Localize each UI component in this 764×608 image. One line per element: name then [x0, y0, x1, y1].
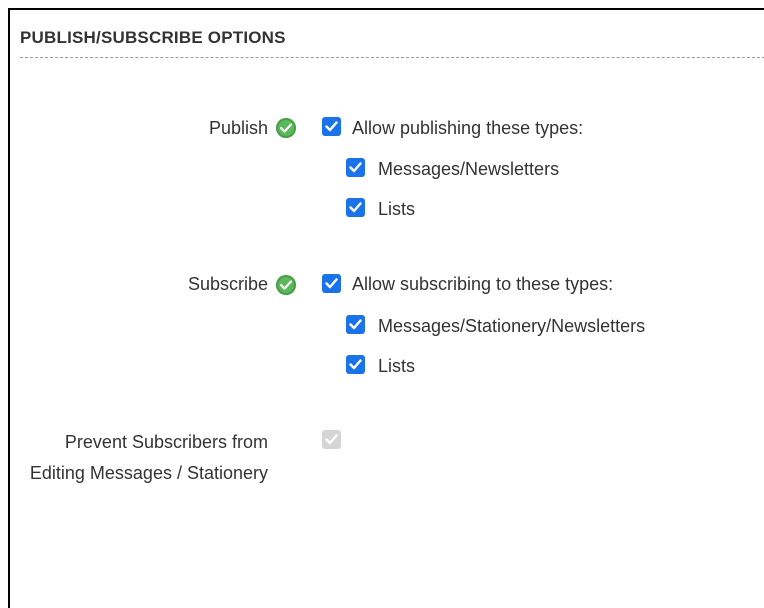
- publish-messages-checkbox[interactable]: [346, 158, 365, 177]
- subscribe-lists-label[interactable]: Lists: [378, 356, 415, 377]
- allow-subscribing-label[interactable]: Allow subscribing to these types:: [352, 274, 613, 295]
- options-panel: [8, 8, 764, 608]
- section-title: PUBLISH/SUBSCRIBE OPTIONS: [20, 28, 286, 47]
- subscribe-label: Subscribe: [187, 274, 268, 294]
- check-circle-icon: [276, 275, 296, 295]
- allow-publishing-label[interactable]: Allow publishing these types:: [352, 118, 583, 139]
- allow-publishing-checkbox[interactable]: [322, 117, 341, 136]
- publish-lists-label[interactable]: Lists: [378, 199, 415, 220]
- publish-messages-label[interactable]: Messages/Newsletters: [378, 159, 559, 180]
- publish-lists-checkbox[interactable]: [346, 198, 365, 217]
- check-circle-icon: [276, 118, 296, 138]
- subscribe-lists-checkbox[interactable]: [346, 355, 365, 374]
- subscribe-messages-label[interactable]: Messages/Stationery/Newsletters: [378, 316, 645, 337]
- subscribe-messages-checkbox[interactable]: [346, 315, 365, 334]
- section-divider: [20, 57, 764, 58]
- prevent-editing-checkbox[interactable]: [322, 430, 341, 449]
- allow-subscribing-checkbox[interactable]: [322, 274, 341, 293]
- prevent-editing-label: Prevent Subscribers from Editing Message…: [29, 432, 268, 483]
- publish-label: Publish: [208, 118, 268, 138]
